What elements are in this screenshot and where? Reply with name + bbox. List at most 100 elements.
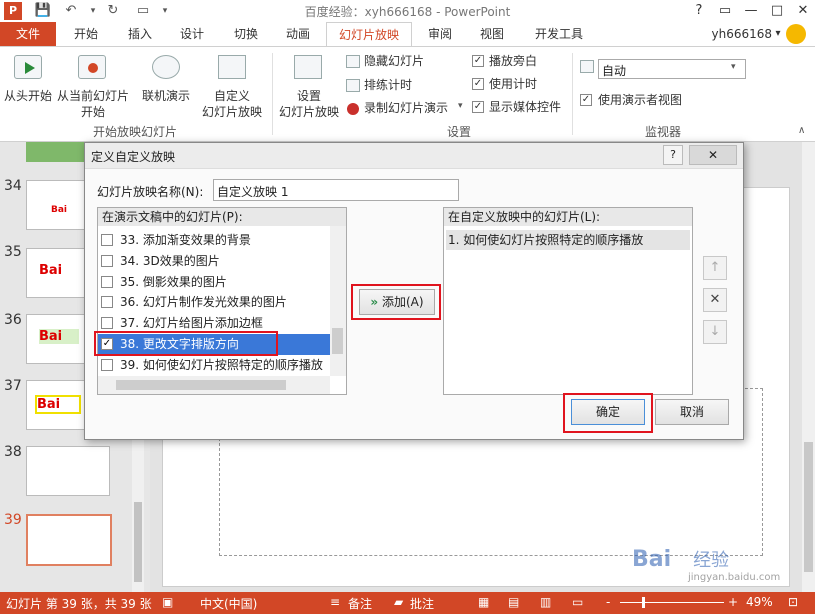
fit-slide-icon[interactable]: ⊡ [788, 595, 798, 609]
record-icon [347, 103, 359, 115]
presentation-slides-list[interactable]: 在演示文稿中的幻灯片(P): 33. 添加渐变效果的背景 34. 3D效果的图片 3… [97, 207, 347, 395]
slide-scrollbar[interactable] [802, 142, 815, 592]
left-list-hscroll-thumb[interactable] [116, 380, 286, 390]
tab-file[interactable]: 文件 [0, 22, 56, 46]
slideshow-view-icon[interactable]: ▭ [572, 595, 583, 609]
presenter-view-checkbox[interactable]: ✓ 使用演示者视图 [580, 93, 700, 109]
left-list-header: 在演示文稿中的幻灯片(P): [98, 208, 346, 226]
dialog-close-button[interactable]: ✕ [689, 145, 737, 165]
from-start-label: 从头开始 [3, 89, 52, 103]
move-down-button[interactable]: ↓ [703, 320, 727, 344]
from-current-button[interactable]: 从当前幻灯片 开始 [56, 51, 130, 125]
zoom-level[interactable]: 49% [746, 595, 773, 609]
slide-thumbnail-38[interactable] [26, 446, 110, 496]
show-name-input[interactable]: 自定义放映 1 [213, 179, 459, 201]
use-timings-checkbox[interactable]: ✓ 使用计时 [472, 77, 562, 93]
custom-show-item[interactable]: 1. 如何使幻灯片按照特定的顺序播放 [446, 230, 690, 250]
rehearse-button[interactable]: 排练计时 [346, 77, 466, 95]
from-start-button[interactable]: 从头开始 [2, 51, 54, 125]
ribbon: 从头开始 从当前幻灯片 开始 联机演示 自定义 幻灯片放映 开始放映幻灯片 设置… [0, 46, 815, 142]
normal-view-icon[interactable]: ▦ [478, 595, 489, 609]
zoom-out-button[interactable]: - [606, 595, 610, 609]
tab-review[interactable]: 审阅 [416, 22, 464, 46]
record-dropdown-icon[interactable]: ▾ [458, 101, 463, 111]
slide-thumbnail-39-selected[interactable] [26, 514, 112, 566]
ribbon-display-button[interactable]: ▭ [712, 0, 738, 22]
status-bar: 幻灯片 第 39 张，共 39 张 ▣ 中文(中国) ≡ 备注 ▰ 批注 ▦ ▤… [0, 592, 815, 614]
slide-list-item[interactable]: 36. 幻灯片制作发光效果的图片 [98, 292, 330, 313]
left-list-vscrollbar[interactable] [330, 226, 346, 376]
slide-count-status: 幻灯片 第 39 张，共 39 张 [6, 597, 152, 611]
user-name[interactable]: yh666168 [698, 22, 772, 46]
setup-slideshow-button[interactable]: 设置 幻灯片放映 [276, 51, 342, 125]
user-chevron-icon[interactable]: ▾ [772, 22, 784, 46]
notes-button[interactable]: 备注 [348, 595, 372, 612]
slide-checkbox[interactable] [101, 317, 113, 330]
slide-number: 36 [4, 312, 22, 328]
tab-view[interactable]: 视图 [468, 22, 516, 46]
slide-checkbox[interactable] [101, 358, 113, 371]
minimize-button[interactable]: — [738, 0, 764, 22]
add-button[interactable]: » 添加(A) [359, 289, 435, 315]
hide-slide-label: 隐藏幻灯片 [364, 54, 425, 68]
avatar[interactable] [786, 24, 806, 44]
custom-slideshow-label-1: 自定义 [213, 89, 250, 103]
thumbnail-scroll-thumb[interactable] [134, 502, 142, 582]
custom-slideshow-button[interactable]: 自定义 幻灯片放映 [194, 51, 270, 125]
rehearse-timings-icon [346, 79, 360, 92]
ribbon-separator [272, 53, 273, 135]
baidu-logo-thumb: Bai [35, 395, 81, 414]
close-button[interactable]: ✕ [790, 0, 815, 22]
monitor-select[interactable]: 自动 ▾ [598, 59, 746, 79]
reading-view-icon[interactable]: ▥ [540, 595, 551, 609]
dialog-help-button[interactable]: ? [663, 145, 683, 165]
slide-checkbox[interactable] [101, 296, 113, 309]
online-present-button[interactable]: 联机演示 [138, 51, 194, 125]
comments-icon: ▰ [394, 595, 404, 609]
zoom-in-button[interactable]: + [728, 595, 738, 609]
notes-icon: ≡ [330, 595, 341, 609]
left-list-vscroll-thumb[interactable] [332, 328, 343, 354]
spell-check-icon[interactable]: ▣ [162, 595, 173, 609]
sorter-view-icon[interactable]: ▤ [508, 595, 519, 609]
comments-button[interactable]: 批注 [410, 595, 434, 612]
left-list-hscrollbar[interactable] [98, 376, 330, 394]
presenter-view-label: 使用演示者视图 [598, 93, 683, 107]
slide-number: 34 [4, 178, 22, 194]
show-media-checkbox[interactable]: ✓ 显示媒体控件 [472, 100, 570, 116]
slide-checkbox[interactable] [101, 275, 113, 288]
use-timings-check-icon: ✓ [472, 78, 484, 90]
tab-design[interactable]: 设计 [168, 22, 216, 46]
slide-list-item[interactable]: 34. 3D效果的图片 [98, 251, 330, 272]
move-up-button[interactable]: ↑ [703, 256, 727, 280]
collapse-ribbon-icon[interactable]: ∧ [798, 125, 805, 136]
play-narration-checkbox[interactable]: ✓ 播放旁白 [472, 54, 562, 70]
add-button-label: 添加(A) [382, 295, 424, 309]
slide-thumbnail-partial[interactable] [26, 142, 88, 162]
slide-checkbox[interactable] [101, 254, 113, 267]
zoom-slider[interactable] [620, 602, 724, 603]
maximize-button[interactable]: □ [764, 0, 790, 22]
record-button[interactable]: 录制幻灯片演示 ▾ [346, 100, 468, 118]
slide-number: 35 [4, 244, 22, 260]
custom-show-slides-list[interactable]: 在自定义放映中的幻灯片(L): 1. 如何使幻灯片按照特定的顺序播放 [443, 207, 693, 395]
tab-home[interactable]: 开始 [62, 22, 110, 46]
tab-developer[interactable]: 开发工具 [524, 22, 594, 46]
use-timings-label: 使用计时 [489, 77, 538, 91]
hide-slide-button[interactable]: 隐藏幻灯片 [346, 53, 466, 71]
slide-list-item[interactable]: 35. 倒影效果的图片 [98, 272, 330, 293]
slide-list-item[interactable]: 33. 添加渐变效果的背景 [98, 230, 330, 251]
cancel-button[interactable]: 取消 [655, 399, 729, 425]
ok-button[interactable]: 确定 [571, 399, 645, 425]
tab-animations[interactable]: 动画 [274, 22, 322, 46]
slide-checkbox[interactable] [101, 234, 113, 246]
zoom-slider-thumb[interactable] [642, 597, 645, 608]
remove-button[interactable]: ✕ [703, 288, 727, 312]
tab-transitions[interactable]: 切换 [222, 22, 270, 46]
hide-slide-icon [346, 55, 360, 68]
help-button[interactable]: ? [686, 0, 712, 22]
language-status[interactable]: 中文(中国) [200, 595, 257, 612]
tab-slideshow[interactable]: 幻灯片放映 [326, 22, 412, 47]
slide-list-item[interactable]: 39. 如何使幻灯片按照特定的顺序播放 [98, 355, 330, 376]
tab-insert[interactable]: 插入 [116, 22, 164, 46]
